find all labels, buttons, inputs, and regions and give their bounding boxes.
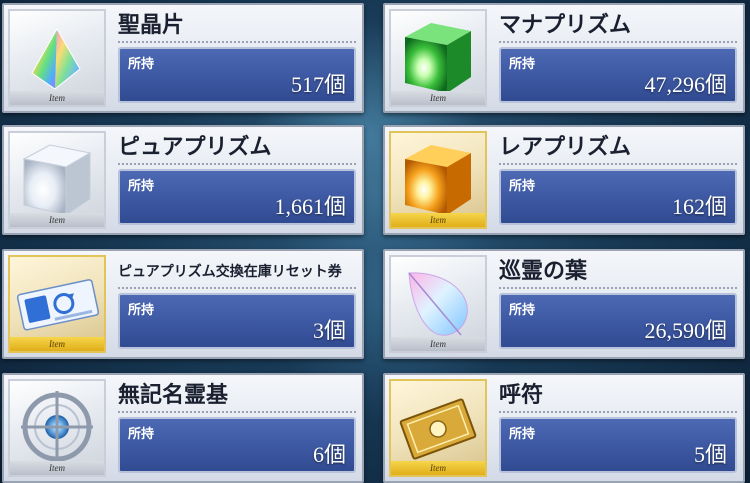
owned-count: 26,590個 [644,318,727,343]
item-name: ピュアプリズム交換在庫リセット券 [118,257,356,289]
owned-label: 所持 [128,57,155,72]
owned-count: 5個 [693,442,727,467]
item-card[interactable]: Item ピュアプリズム 所持 1,661個 [2,125,364,235]
owned-panel: 所持 47,296個 [499,47,737,103]
item-name: マナプリズム [499,11,737,43]
item-thumbnail: Item [8,379,106,477]
item-thumbnail: Item [389,255,487,353]
item-name: ピュアプリズム [118,133,356,165]
item-name: 呼符 [499,381,737,413]
owned-label: 所持 [128,303,155,318]
item-name: 聖晶片 [118,11,356,43]
item-card[interactable]: Item 聖晶片 所持 517個 [2,3,364,113]
owned-panel: 所持 6個 [118,417,356,473]
item-card[interactable]: Item ピュアプリズム交換在庫リセット券 所持 3個 [2,249,364,359]
item-tag: Item [391,91,485,105]
owned-panel: 所持 162個 [499,169,737,225]
owned-count: 1,661個 [274,194,346,219]
item-tag: Item [10,91,104,105]
item-thumbnail: Item [8,131,106,229]
owned-panel: 所持 3個 [118,293,356,349]
item-thumbnail: Item [389,9,487,107]
item-tag: Item [391,461,485,475]
item-tag: Item [391,337,485,351]
item-card[interactable]: Item マナプリズム 所持 47,296個 [383,3,745,113]
owned-label: 所持 [509,427,536,442]
owned-count: 47,296個 [644,72,727,97]
item-thumbnail: Item [389,379,487,477]
owned-label: 所持 [509,303,536,318]
item-card[interactable]: Item レアプリズム 所持 162個 [383,125,745,235]
item-card[interactable]: Item 無記名霊基 所持 6個 [2,373,364,483]
item-card[interactable]: Item 巡霊の葉 所持 26,590個 [383,249,745,359]
item-card[interactable]: Item 呼符 所持 5個 [383,373,745,483]
owned-panel: 所持 517個 [118,47,356,103]
item-name: レアプリズム [499,133,737,165]
owned-count: 3個 [312,318,346,343]
owned-label: 所持 [509,179,536,194]
owned-count: 6個 [312,442,346,467]
item-thumbnail: Item [389,131,487,229]
owned-panel: 所持 5個 [499,417,737,473]
owned-label: 所持 [128,427,155,442]
owned-count: 517個 [290,72,346,97]
item-tag: Item [391,213,485,227]
owned-count: 162個 [671,194,727,219]
owned-label: 所持 [128,179,155,194]
item-name: 無記名霊基 [118,381,356,413]
item-tag: Item [10,213,104,227]
item-thumbnail: Item [8,9,106,107]
owned-label: 所持 [509,57,536,72]
item-tag: Item [10,337,104,351]
item-name: 巡霊の葉 [499,257,737,289]
item-tag: Item [10,461,104,475]
owned-panel: 所持 26,590個 [499,293,737,349]
item-thumbnail: Item [8,255,106,353]
owned-panel: 所持 1,661個 [118,169,356,225]
